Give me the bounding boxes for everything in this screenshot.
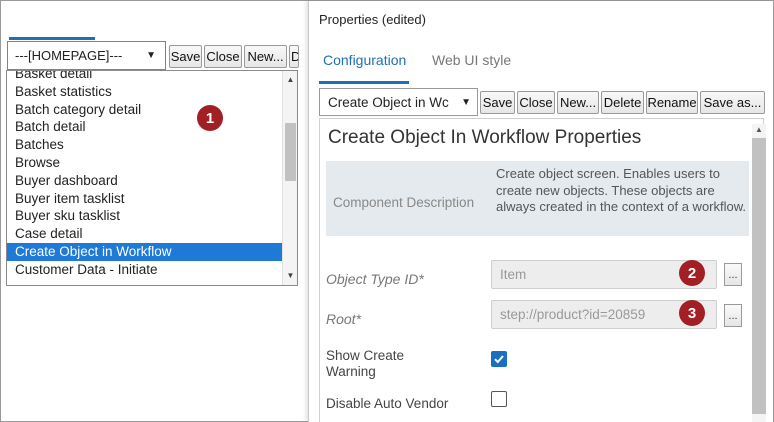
chevron-down-icon: ▼ (457, 97, 471, 108)
list-item[interactable]: Buyer dashboard (7, 172, 283, 190)
list-item[interactable]: Browse (7, 154, 283, 172)
dropdown-scrollbar[interactable]: ▲ ▼ (282, 71, 297, 285)
page-select-value: ---[HOMEPAGE]--- (15, 48, 123, 63)
close-button[interactable]: Close (517, 91, 555, 114)
save-as-button[interactable]: Save as... (700, 91, 765, 114)
left-tab-indicator (9, 37, 95, 40)
list-item-selected[interactable]: Create Object in Workflow (7, 242, 283, 261)
list-item[interactable]: Case detail (7, 225, 283, 243)
chevron-down-icon: ▼ (146, 50, 156, 61)
list-item[interactable]: Basket statistics (7, 83, 283, 101)
list-item[interactable]: Buyer item tasklist (7, 190, 283, 208)
page-select[interactable]: ---[HOMEPAGE]--- ▼ (7, 41, 166, 70)
tab-configuration[interactable]: Configuration (323, 52, 406, 68)
active-tab-indicator (319, 81, 409, 84)
component-description-box: Component Description Create object scre… (326, 161, 749, 236)
scrollbar-thumb[interactable] (285, 123, 296, 181)
new-button[interactable]: New... (557, 91, 599, 114)
scroll-up-icon[interactable]: ▲ (283, 73, 297, 87)
list-item[interactable]: Batch detail (7, 118, 283, 136)
component-select-value: Create Object in Wc (328, 94, 449, 110)
overflow-button[interactable]: D (289, 45, 299, 68)
disable-auto-vendor-label: Disable Auto Vendor (326, 396, 449, 411)
tab-web-ui-style[interactable]: Web UI style (432, 52, 511, 68)
show-create-warning-checkbox[interactable] (491, 351, 507, 367)
panel-title: Properties (edited) (319, 12, 426, 27)
list-item[interactable]: Customer Data - Initiate (7, 261, 283, 279)
page-dropdown-list[interactable]: Basket detail Basket statistics Batch ca… (6, 70, 298, 286)
callout-badge-1: 1 (197, 105, 223, 131)
list-item[interactable]: Basket detail (7, 71, 283, 83)
object-type-id-value: Item (500, 267, 527, 282)
save-button[interactable]: Save (169, 45, 202, 68)
show-create-warning-label: Show Create Warning (326, 348, 405, 379)
delete-button[interactable]: Delete (601, 91, 644, 114)
component-description-text: Create object screen. Enables users to c… (496, 166, 747, 214)
list-item[interactable]: Batch category detail (7, 101, 283, 119)
component-select[interactable]: Create Object in Wc ▼ (319, 88, 478, 116)
panel-scrollbar[interactable]: ▲ (752, 124, 766, 422)
list-item-partial[interactable] (7, 279, 283, 285)
rename-button[interactable]: Rename (646, 91, 698, 114)
list-item[interactable]: Buyer sku tasklist (7, 207, 283, 225)
close-button[interactable]: Close (204, 45, 242, 68)
list-item[interactable]: Batches (7, 136, 283, 154)
root-value: step://product?id=20859 (500, 307, 646, 322)
scroll-down-icon[interactable]: ▼ (283, 269, 297, 283)
check-icon (494, 355, 504, 364)
properties-heading: Create Object In Workflow Properties (328, 127, 642, 148)
new-button[interactable]: New... (244, 45, 287, 68)
scrollbar-thumb[interactable] (752, 138, 766, 414)
root-label: Root* (326, 311, 362, 327)
callout-badge-3: 3 (679, 300, 705, 326)
scroll-up-icon[interactable]: ▲ (752, 124, 766, 136)
object-type-id-browse-button[interactable]: ... (724, 263, 742, 286)
root-browse-button[interactable]: ... (724, 304, 742, 327)
disable-auto-vendor-checkbox[interactable] (491, 391, 507, 407)
object-type-id-label: Object Type ID* (326, 271, 424, 287)
properties-panel: Properties (edited) Configuration Web UI… (308, 1, 773, 422)
callout-badge-2: 2 (679, 260, 705, 286)
save-button[interactable]: Save (480, 91, 515, 114)
component-description-label: Component Description (333, 195, 475, 210)
